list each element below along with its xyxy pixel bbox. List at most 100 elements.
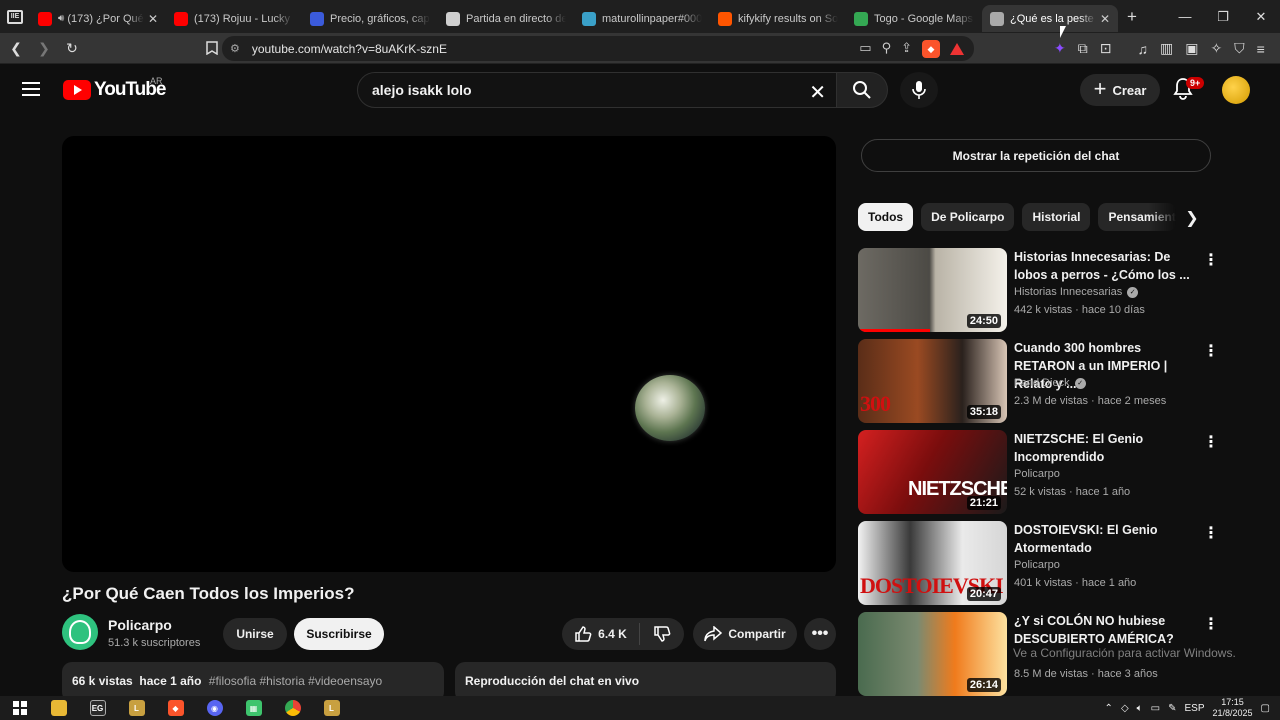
epic-games-icon[interactable]: EG <box>78 696 117 720</box>
volume-icon[interactable]: 🔈︎ <box>1137 703 1143 714</box>
tab-audio-icon[interactable]: 🔊︎ <box>58 13 64 24</box>
dislike-button[interactable] <box>640 625 684 643</box>
recommended-video[interactable]: NIETZSCHE 21:21 NIETZSCHE: El Genio Incomp… <box>858 430 1219 514</box>
more-actions-button[interactable]: ••• <box>804 618 836 650</box>
recommended-channel[interactable]: Farid Dieck ✓ <box>1014 377 1086 389</box>
more-options-icon[interactable]: ⋮ <box>1203 341 1219 361</box>
restore-icon[interactable]: ❐ <box>1204 0 1242 33</box>
clear-search-icon[interactable]: ✕ <box>809 80 826 105</box>
browser-menu-hamburger-icon[interactable]: ≡ <box>1257 41 1265 57</box>
share-page-icon[interactable]: ⇪ <box>901 40 912 58</box>
subscribe-button[interactable]: Suscribirse <box>294 618 384 650</box>
vpn-shield-icon[interactable]: ⛉ <box>1234 40 1245 57</box>
brave-shields-icon[interactable]: ◆ <box>922 40 940 58</box>
clock[interactable]: 17:15 21/8/2025 <box>1213 697 1253 719</box>
address-bar-actions: ▭ ⚲ ⇪ ◆ <box>859 40 964 58</box>
more-options-icon[interactable]: ⋮ <box>1203 250 1219 270</box>
brave-rewards-icon[interactable] <box>950 43 964 55</box>
recommended-title[interactable]: NIETZSCHE: El Genio Incomprendido <box>1014 430 1198 466</box>
cast-icon[interactable]: ▭ <box>859 40 871 58</box>
more-options-icon[interactable]: ⋮ <box>1203 614 1219 634</box>
search-input[interactable]: alejo isakk lolo ✕ <box>357 72 837 108</box>
recommended-channel[interactable]: Policarpo <box>1014 468 1060 480</box>
browser-tab[interactable]: 🔊︎(173) ¿Por Qué Caen Todos los Imperios… <box>30 5 166 32</box>
browser-tab[interactable]: Precio, gráficos, capitalización <box>302 5 438 32</box>
account-avatar[interactable] <box>1222 76 1250 104</box>
music-icon[interactable]: ♫ <box>1137 41 1148 57</box>
bookmark-icon[interactable] <box>200 36 224 60</box>
tray-app-icon[interactable]: ◇ <box>1121 703 1129 714</box>
browser-tab[interactable]: maturollinpaper#000 p <box>574 5 710 32</box>
browser-tab[interactable]: Togo - Google Maps <box>846 5 982 32</box>
browser-tab[interactable]: kifykify results on Soundcloud <box>710 5 846 32</box>
file-explorer-icon[interactable] <box>39 696 78 720</box>
new-tab-button[interactable]: + <box>1118 7 1146 27</box>
edit-icon[interactable]: ✎ <box>1168 703 1176 714</box>
leo-ai-icon[interactable]: ✦ <box>1054 40 1066 57</box>
chip-pensamiento[interactable]: Pensamiento <box>1098 203 1177 231</box>
tray-overflow-icon[interactable]: ⌃ <box>1105 703 1113 714</box>
discord-icon[interactable]: ◉ <box>195 696 234 720</box>
recommended-video[interactable]: DOSTOIEVSKI 20:47 DOSTOIEVSKI: El Genio At… <box>858 521 1219 605</box>
channel-name[interactable]: Policarpo <box>108 617 172 633</box>
screenshot-icon[interactable]: ⊡ <box>1100 40 1112 57</box>
recommended-video[interactable]: 24:50 Historias Innecesarias: De lobos a … <box>858 248 1219 332</box>
chip-historial[interactable]: Historial <box>1022 203 1091 231</box>
video-thumbnail[interactable]: DOSTOIEVSKI 20:47 <box>858 521 1007 605</box>
windows-start-icon[interactable] <box>0 696 39 720</box>
zoom-icon[interactable]: ⚲ <box>882 40 892 58</box>
league-client-icon[interactable]: L <box>312 696 351 720</box>
guide-menu-icon[interactable] <box>22 82 40 96</box>
join-button[interactable]: Unirse <box>223 618 287 650</box>
recommended-title[interactable]: Historias Innecesarias: De lobos a perro… <box>1014 248 1198 284</box>
app-icon[interactable]: ▦ <box>234 696 273 720</box>
more-options-icon[interactable]: ⋮ <box>1203 432 1219 452</box>
chip-de-policarpo[interactable]: De Policarpo <box>921 203 1015 231</box>
close-tab-icon[interactable]: ✕ <box>148 12 158 26</box>
share-button[interactable]: Compartir <box>693 618 797 650</box>
search-button[interactable] <box>836 72 888 108</box>
sidebar-toggle-icon[interactable]: ▥ <box>1160 40 1173 57</box>
hashtags[interactable]: #filosofia #historia #videoensayo <box>209 674 382 688</box>
chip-todos[interactable]: Todos <box>858 203 914 231</box>
browser-tab[interactable]: ¿Qué es la peste negra? ✕ <box>982 5 1118 32</box>
recommended-channel[interactable]: Policarpo <box>1014 559 1060 571</box>
site-settings-icon[interactable]: ⚙ <box>230 42 240 55</box>
close-window-icon[interactable]: ✕ <box>1242 0 1280 33</box>
notification-center-icon[interactable]: ▢ <box>1261 703 1270 714</box>
create-button[interactable]: + Crear <box>1080 74 1160 106</box>
brave-browser-icon[interactable]: ◆ <box>156 696 195 720</box>
like-button[interactable]: 6.4 K <box>562 623 640 645</box>
video-thumbnail[interactable]: 300 35:18 <box>858 339 1007 423</box>
recommended-title[interactable]: ¿Y si COLÓN NO hubiese DESCUBIERTO AMÉRI… <box>1014 612 1198 648</box>
video-player[interactable] <box>62 136 836 572</box>
extensions-icon[interactable]: ⧉ <box>1078 40 1088 57</box>
language-indicator[interactable]: ESP <box>1184 703 1204 714</box>
browser-tab[interactable]: Partida en directo de mir <box>438 5 574 32</box>
recommended-video[interactable]: 300 35:18 Cuando 300 hombres RETARON a un … <box>858 339 1219 423</box>
reload-icon[interactable]: ↻ <box>60 36 84 60</box>
game-launcher-icon[interactable]: L <box>117 696 156 720</box>
show-chat-replay-button[interactable]: Mostrar la repetición del chat <box>861 139 1211 172</box>
forward-icon[interactable]: ❯ <box>32 36 56 60</box>
recommended-title[interactable]: DOSTOIEVSKI: El Genio Atormentado <box>1014 521 1198 557</box>
network-icon[interactable]: ▭ <box>1151 703 1160 714</box>
minimize-icon[interactable]: — <box>1166 0 1204 33</box>
wallet-icon[interactable]: ▣ <box>1185 40 1198 57</box>
video-thumbnail[interactable]: NIETZSCHE 21:21 <box>858 430 1007 514</box>
address-bar[interactable]: ⚙ youtube.com/watch?v=8uAKrK-sznE ▭ ⚲ ⇪ … <box>222 36 974 61</box>
close-tab-icon[interactable]: ✕ <box>1100 12 1110 26</box>
chrome-icon[interactable] <box>273 696 312 720</box>
chevron-right-icon[interactable]: ❯ <box>1180 206 1204 230</box>
video-thumbnail[interactable]: 26:14 <box>858 612 1007 696</box>
back-icon[interactable]: ❮ <box>4 36 28 60</box>
video-thumbnail[interactable]: 24:50 <box>858 248 1007 332</box>
search-query-text: alejo isakk lolo <box>372 82 472 98</box>
voice-search-button[interactable] <box>900 72 938 108</box>
browser-tab[interactable]: (173) Rojuu - Lucky (Video) <box>166 5 302 32</box>
recommended-channel[interactable]: Historias Innecesarias ✓ <box>1014 286 1139 298</box>
browser-menu-icon[interactable]: IIE <box>0 0 30 33</box>
ai-sparkle-icon[interactable]: ✧ <box>1210 40 1222 57</box>
channel-avatar[interactable] <box>62 614 98 650</box>
more-options-icon[interactable]: ⋮ <box>1203 523 1219 543</box>
